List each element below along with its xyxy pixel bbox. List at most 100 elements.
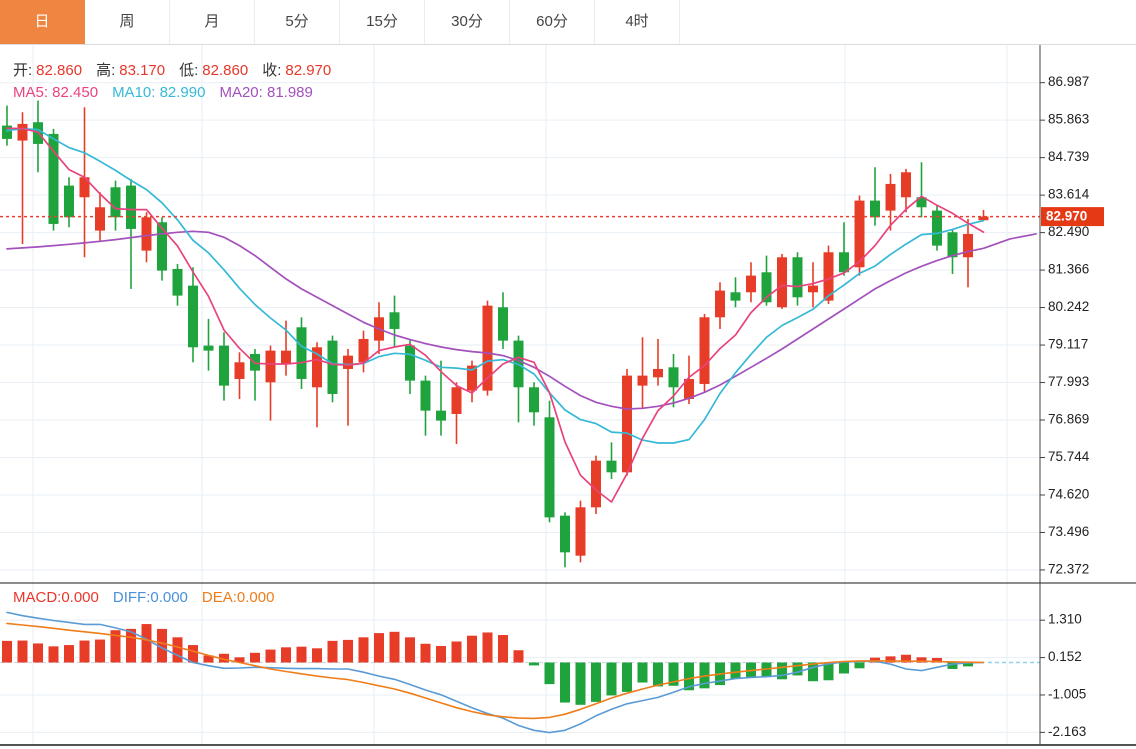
candle[interactable] <box>281 320 291 376</box>
candle[interactable] <box>327 335 338 403</box>
macd-bar[interactable] <box>95 639 105 663</box>
candle[interactable] <box>622 368 632 476</box>
macd-bar[interactable] <box>172 637 183 663</box>
macd-bar[interactable] <box>498 635 508 663</box>
macd-bar[interactable] <box>436 646 446 663</box>
candle[interactable] <box>978 209 989 221</box>
macd-bar[interactable] <box>544 662 555 685</box>
candle[interactable] <box>358 330 369 373</box>
candle[interactable] <box>746 262 756 303</box>
macd-bar[interactable] <box>451 641 462 663</box>
macd-bar[interactable] <box>389 631 400 663</box>
macd-bar[interactable] <box>637 662 648 683</box>
candle[interactable] <box>498 292 508 349</box>
macd-bar[interactable] <box>281 647 291 663</box>
candle[interactable] <box>792 252 803 306</box>
candle[interactable] <box>451 382 462 444</box>
candle[interactable] <box>343 348 353 426</box>
chart-area[interactable]: 86.987 85.863 84.739 83.614 82.490 81.366 80.2… <box>0 0 1136 749</box>
tab-5min[interactable]: 5分 <box>255 0 340 44</box>
candle[interactable] <box>250 348 260 401</box>
candle[interactable] <box>777 253 787 309</box>
trading-chart-app: 日周月 5分 15分 30分 60分 4时 86.987 85.863 84.739 83.61… <box>0 0 1136 749</box>
candle[interactable] <box>715 282 725 329</box>
candle[interactable] <box>467 360 477 403</box>
macd-bar[interactable] <box>591 662 601 702</box>
svg-text:-2.163: -2.163 <box>1048 724 1086 739</box>
candle[interactable] <box>513 335 524 423</box>
candle[interactable] <box>172 263 183 306</box>
macd-bar[interactable] <box>327 640 338 663</box>
candle[interactable] <box>420 375 431 436</box>
macd-bar[interactable] <box>64 645 74 663</box>
macd-bar[interactable] <box>808 662 818 682</box>
macd-bar[interactable] <box>482 632 493 663</box>
candle[interactable] <box>529 382 539 426</box>
candle[interactable] <box>389 295 400 348</box>
candle[interactable] <box>839 222 849 276</box>
candle[interactable] <box>916 162 927 218</box>
macd-bar[interactable] <box>312 648 322 663</box>
macd-bar[interactable] <box>141 624 152 663</box>
candle[interactable] <box>637 337 648 409</box>
candle[interactable] <box>312 342 322 428</box>
tab-30min[interactable]: 30分 <box>425 0 510 44</box>
candle[interactable] <box>932 205 942 251</box>
candle[interactable] <box>653 338 663 386</box>
candle[interactable] <box>157 217 167 281</box>
macd-bar[interactable] <box>575 662 586 705</box>
macd-bar[interactable] <box>2 640 12 663</box>
tab-day[interactable]: 日 <box>0 0 85 44</box>
candle[interactable] <box>188 267 198 363</box>
candle[interactable] <box>591 455 601 514</box>
tab-15min[interactable]: 15分 <box>340 0 425 44</box>
macd-bar[interactable] <box>653 662 663 687</box>
candle[interactable] <box>296 317 307 389</box>
macd-bar[interactable] <box>467 635 477 663</box>
candle[interactable] <box>947 228 958 274</box>
macd-bar[interactable] <box>296 646 307 663</box>
candle[interactable] <box>606 442 617 479</box>
candle[interactable] <box>126 178 136 289</box>
macd-bar[interactable] <box>250 652 260 663</box>
candle[interactable] <box>64 177 74 228</box>
macd-bar[interactable] <box>622 662 632 692</box>
candle[interactable] <box>2 105 12 146</box>
candle[interactable] <box>234 352 245 399</box>
candle[interactable] <box>17 112 28 244</box>
candle[interactable] <box>219 332 229 401</box>
macd-bar[interactable] <box>17 640 28 663</box>
candlestick-chart-svg[interactable]: 86.987 85.863 84.739 83.614 82.490 81.366 80.2… <box>0 0 1136 749</box>
macd-bar[interactable] <box>854 662 865 669</box>
tab-60min[interactable]: 60分 <box>510 0 595 44</box>
candle[interactable] <box>544 400 555 523</box>
macd-bar[interactable] <box>48 646 59 663</box>
candle[interactable] <box>699 313 710 393</box>
macd-bar[interactable] <box>188 645 198 663</box>
macd-bar[interactable] <box>405 637 415 663</box>
macd-bar[interactable] <box>529 662 539 666</box>
macd-bar[interactable] <box>343 639 353 663</box>
tab-month[interactable]: 月 <box>170 0 255 44</box>
macd-bar[interactable] <box>777 662 787 680</box>
macd-bar[interactable] <box>265 649 276 663</box>
macd-bar[interactable] <box>606 662 617 696</box>
macd-bar[interactable] <box>33 643 43 663</box>
candle[interactable] <box>730 277 741 308</box>
macd-bar[interactable] <box>358 637 369 663</box>
candle[interactable] <box>560 512 570 568</box>
tab-week[interactable]: 周 <box>85 0 170 44</box>
macd-bar[interactable] <box>560 662 570 703</box>
macd-bar[interactable] <box>79 640 90 663</box>
macd-bar[interactable] <box>374 633 384 663</box>
tab-4hour[interactable]: 4时 <box>595 0 680 44</box>
macd-bar[interactable] <box>513 650 524 663</box>
diff-value: DIFF:0.000 <box>112 589 188 606</box>
macd-bar[interactable] <box>730 662 741 679</box>
candle[interactable] <box>141 212 152 263</box>
candle[interactable] <box>575 500 586 563</box>
macd-bar[interactable] <box>420 643 431 663</box>
candle[interactable] <box>48 128 59 231</box>
macd-bar[interactable] <box>839 662 849 674</box>
candle[interactable] <box>265 345 276 421</box>
